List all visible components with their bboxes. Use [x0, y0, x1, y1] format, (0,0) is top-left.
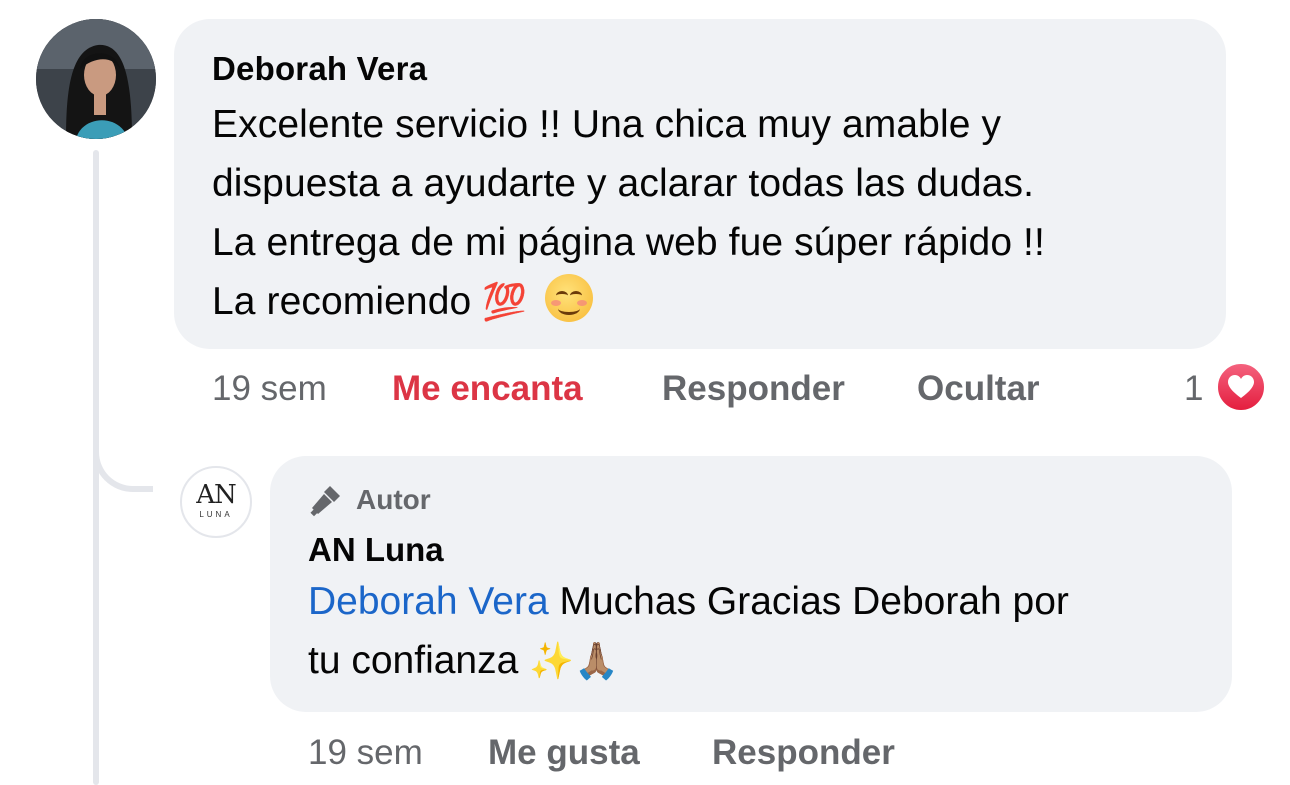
reply-author[interactable]: AN Luna: [308, 530, 1194, 570]
comment-line: La entrega de mi página web fue súper rá…: [212, 221, 1045, 264]
hide-button[interactable]: Ocultar: [917, 362, 1040, 416]
reply-bubble: Autor AN Luna Deborah Vera Muchas Gracia…: [270, 456, 1232, 712]
avatar[interactable]: AN LUNA: [180, 466, 252, 538]
reply-line: Deborah Vera Muchas Gracias Deborah por: [308, 572, 1194, 631]
reply-text: Deborah Vera Muchas Gracias Deborah por …: [308, 572, 1194, 690]
comment-time[interactable]: 19 sem: [212, 362, 327, 416]
reply-line-text: tu confianza: [308, 639, 519, 682]
comment-line: Excelente servicio !! Una chica muy amab…: [212, 103, 1002, 146]
mention-link[interactable]: Deborah Vera: [308, 580, 549, 623]
reaction-count[interactable]: 1: [1184, 362, 1203, 416]
reaction-button[interactable]: Me encanta: [392, 362, 583, 416]
reply-button[interactable]: Responder: [662, 362, 845, 416]
microphone-icon: [310, 486, 340, 517]
user-photo: [36, 19, 156, 139]
reply-time[interactable]: 19 sem: [308, 726, 423, 780]
comment-text: Excelente servicio !! Una chica muy amab…: [212, 95, 1188, 331]
reply-line: tu confianza ✨🙏🏽: [308, 631, 1194, 690]
comment-bubble: Deborah Vera Excelente servicio !! Una c…: [174, 19, 1226, 349]
logo-subtext: LUNA: [199, 510, 233, 519]
author-badge: Autor: [308, 482, 1194, 518]
comment-line-text: La recomiendo: [212, 280, 472, 323]
reply-line-text: Muchas Gracias Deborah por: [548, 580, 1069, 623]
logo-text: AN: [196, 480, 237, 510]
comment-author[interactable]: Deborah Vera: [212, 49, 1188, 89]
hundred-points-icon: 💯: [482, 281, 528, 322]
thread-curve: [93, 420, 153, 492]
like-button[interactable]: Me gusta: [488, 726, 640, 780]
sparkles-icon: ✨: [529, 640, 574, 681]
avatar[interactable]: [36, 19, 156, 139]
reply-button[interactable]: Responder: [712, 726, 895, 780]
comment-line: dispuesta a ayudarte y aclarar todas las…: [212, 162, 1035, 205]
comment-line: La recomiendo 💯: [212, 272, 1188, 331]
smiling-face-icon: [545, 274, 594, 322]
praying-hands-icon: 🙏🏽: [573, 640, 619, 681]
badge-label: Autor: [356, 484, 431, 515]
heart-icon[interactable]: [1216, 362, 1266, 412]
